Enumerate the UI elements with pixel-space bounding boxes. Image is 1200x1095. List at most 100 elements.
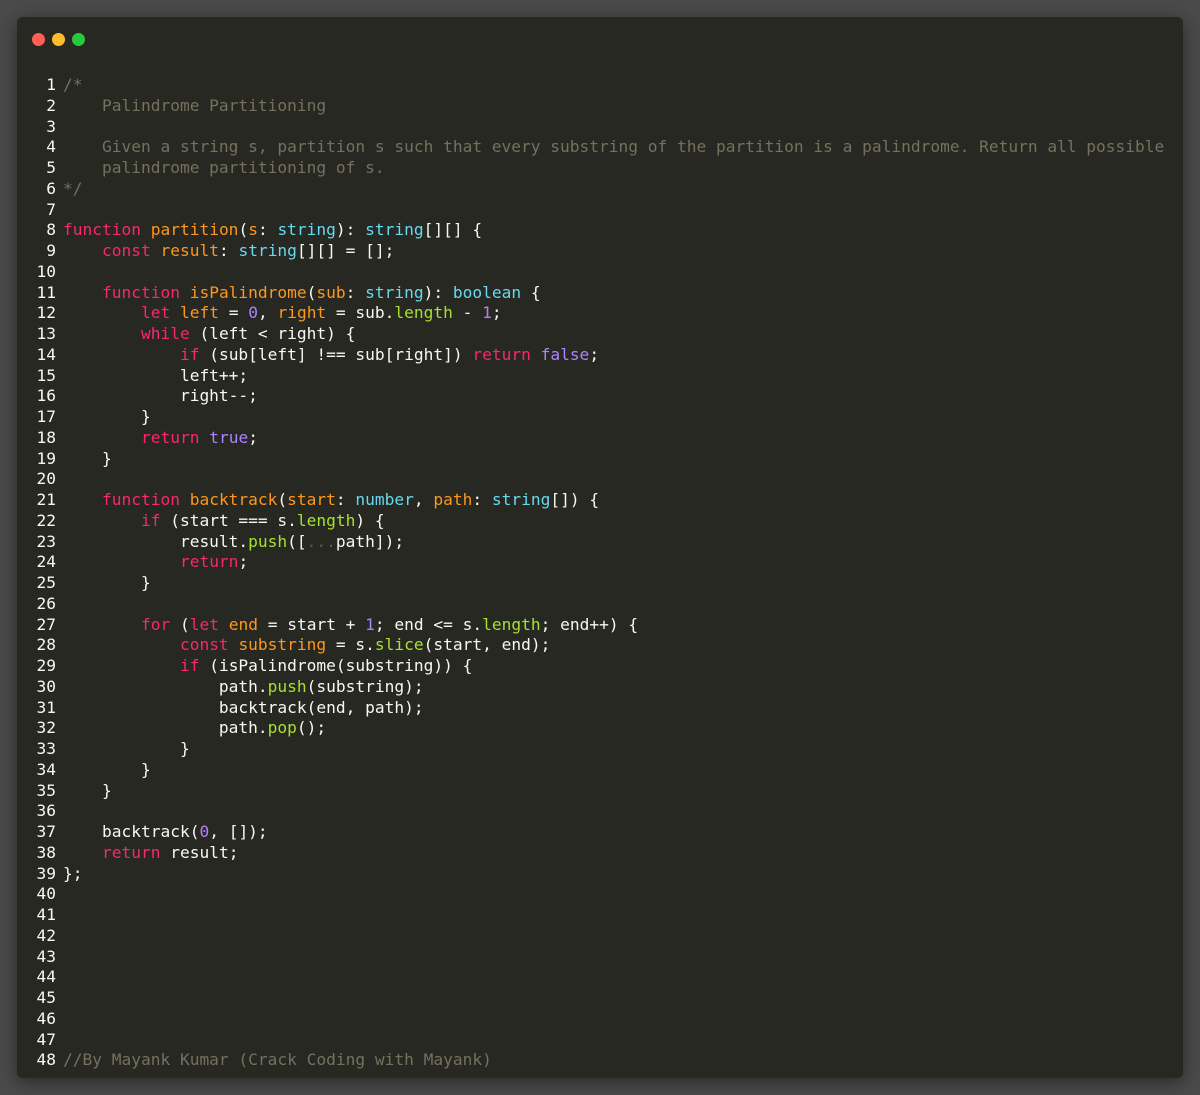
line-content: //By Mayank Kumar (Crack Coding with May…: [56, 1050, 492, 1071]
code-token-param: sub: [316, 282, 346, 302]
code-token-default: = sub.: [326, 303, 395, 323]
code-token-keyword: if: [140, 510, 161, 530]
code-token-default: [63, 241, 102, 260]
code-line: 44: [17, 967, 1183, 988]
code-line: 29 if (isPalindrome(substring)) {: [17, 656, 1183, 677]
window-controls: [32, 33, 85, 47]
code-line: 45: [17, 988, 1183, 1009]
code-line: 11 function isPalindrome(sub: string): b…: [17, 283, 1183, 304]
code-token-default: result.: [63, 531, 249, 551]
code-line: 15 left++;: [17, 366, 1183, 387]
close-button[interactable]: [32, 33, 45, 46]
line-number: 39: [36, 863, 57, 883]
code-token-default: (: [277, 490, 288, 509]
code-line: 25 }: [17, 573, 1183, 594]
code-editor[interactable]: 1/* 2 Palindrome Partitioning 3 4 Given a s…: [17, 75, 1183, 1071]
line-number: 14: [36, 344, 57, 364]
line-number: 13: [36, 324, 57, 343]
code-line: 8 function partition(s: string): string[]…: [17, 220, 1183, 241]
code-token-default: [170, 303, 180, 322]
code-token-keyword: const: [179, 635, 229, 655]
line-content: for (let end = start + 1; end <= s.lengt…: [56, 615, 638, 636]
code-token-keyword: while: [140, 324, 190, 343]
line-content: result.push([...path]);: [56, 532, 404, 553]
code-token-default: [229, 635, 239, 654]
line-number: 30: [36, 676, 57, 696]
code-token-default: ):: [335, 220, 366, 240]
line-content: const result: string[][] = [];: [56, 241, 394, 262]
code-token-default: [][] = [];: [296, 241, 395, 260]
code-token-number: 0: [248, 303, 258, 323]
line-number: 10: [36, 261, 57, 281]
code-token-keyword: return: [179, 552, 239, 572]
minimize-button[interactable]: [52, 33, 65, 46]
line-number: 6: [46, 178, 56, 198]
code-token-type: string: [277, 220, 336, 240]
code-token-default: path]);: [335, 531, 405, 551]
code-token-default: :: [257, 220, 278, 240]
code-token-property: length: [394, 303, 453, 323]
code-token-param: path: [433, 490, 473, 509]
code-token-type: string: [365, 282, 424, 302]
line-content: [56, 594, 63, 615]
code-token-property: length: [482, 614, 541, 634]
code-line: 28 const substring = s.slice(start, end)…: [17, 635, 1183, 656]
code-token-default: (: [170, 614, 190, 634]
code-line: 35 }: [17, 781, 1183, 802]
line-content: [56, 117, 63, 138]
line-content: return true;: [56, 428, 258, 449]
code-token-default: }: [63, 759, 151, 779]
code-line: 2 Palindrome Partitioning: [17, 96, 1183, 117]
line-content: return;: [56, 552, 248, 573]
line-content: [56, 926, 63, 947]
code-line: 34 }: [17, 760, 1183, 781]
code-token-function: isPalindrome: [189, 282, 307, 302]
code-token-default: [63, 324, 141, 343]
line-content: [56, 947, 63, 968]
code-line: 20: [17, 469, 1183, 490]
code-token-default: path.: [63, 718, 268, 738]
code-line: 27 for (let end = start + 1; end <= s.le…: [17, 615, 1183, 636]
line-number: 18: [36, 427, 57, 447]
code-token-default: ();: [296, 718, 327, 738]
code-line: 5 palindrome partitioning of s.: [17, 158, 1183, 179]
maximize-button[interactable]: [72, 33, 85, 46]
code-token-default: ([: [287, 531, 307, 551]
code-token-property: length: [296, 510, 356, 530]
line-number: 42: [36, 925, 57, 945]
code-token-default: ; end <= s.: [374, 614, 483, 634]
code-token-default: }: [63, 407, 151, 426]
code-token-keyword: return: [140, 427, 200, 447]
code-line: 39};: [17, 864, 1183, 885]
code-token-param: start: [287, 490, 336, 509]
code-token-default: [63, 511, 141, 530]
code-token-property: slice: [374, 635, 424, 655]
code-token-keyword: for: [140, 614, 171, 634]
code-token-type: string: [238, 241, 297, 260]
line-content: path.pop();: [56, 718, 326, 739]
code-token-default: [199, 428, 209, 447]
line-number: 2: [46, 95, 56, 115]
code-line: 23 result.push([...path]);: [17, 532, 1183, 553]
code-token-default: };: [63, 863, 83, 883]
code-line: 9 const result: string[][] = [];: [17, 241, 1183, 262]
code-token-default: -: [452, 303, 483, 323]
line-number: 16: [36, 386, 57, 406]
code-line: 38 return result;: [17, 843, 1183, 864]
code-window: 1/* 2 Palindrome Partitioning 3 4 Given a s…: [17, 17, 1183, 1078]
line-number: 31: [36, 697, 57, 717]
code-token-default: (left < right) {: [189, 324, 356, 343]
line-content: }: [56, 739, 190, 760]
line-content: [56, 1009, 63, 1030]
code-token-type: boolean: [452, 282, 522, 302]
line-content: }: [56, 449, 112, 470]
code-line: 48 //By Mayank Kumar (Crack Coding with M…: [17, 1050, 1183, 1071]
code-token-number: 1: [482, 303, 492, 323]
code-line: 7: [17, 200, 1183, 221]
code-line: 13 while (left < right) {: [17, 324, 1183, 345]
line-number: 34: [36, 759, 57, 779]
code-token-default: ) {: [355, 510, 385, 530]
line-number: 9: [46, 241, 56, 260]
line-content: [56, 988, 63, 1009]
code-token-default: path.: [63, 676, 268, 696]
